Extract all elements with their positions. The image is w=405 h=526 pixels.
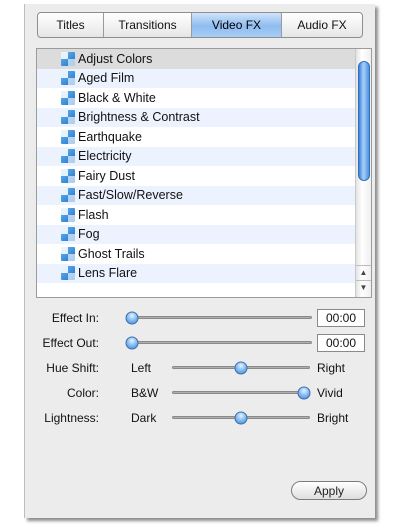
tab-transitions[interactable]: Transitions — [104, 13, 192, 37]
list-item[interactable]: Fast/Slow/Reverse — [37, 185, 355, 205]
effect-icon — [61, 246, 75, 261]
effect-icon — [61, 188, 75, 203]
tab-video-fx[interactable]: Video FX — [192, 13, 282, 37]
lightness-label: Lightness: — [44, 411, 99, 425]
effect-out-label: Effect Out: — [42, 336, 99, 350]
color-slider-track[interactable] — [172, 391, 310, 394]
list-item-label: Lens Flare — [78, 266, 138, 281]
list-item-label: Fairy Dust — [78, 168, 135, 183]
scrollbar-thumb[interactable] — [358, 61, 370, 181]
list-item-label: Aged Film — [78, 71, 135, 86]
list-item[interactable]: Fairy Dust — [37, 166, 355, 186]
lightness-max-label: Bright — [317, 411, 349, 425]
list-item-label: Black & White — [78, 90, 156, 105]
list-item[interactable]: Electricity — [37, 146, 355, 166]
lightness-slider-knob[interactable] — [234, 411, 248, 425]
effect-in-slider-knob[interactable] — [125, 311, 139, 325]
list-item[interactable]: Fog — [37, 224, 355, 244]
list-item[interactable]: Earthquake — [37, 127, 355, 147]
list-item[interactable]: Flash — [37, 205, 355, 225]
list-item-label: Brightness & Contrast — [78, 110, 200, 125]
tab-titles[interactable]: Titles — [38, 13, 104, 37]
effect-icon — [61, 227, 75, 242]
effect-icon — [61, 207, 75, 222]
scroll-up-arrow-icon[interactable]: ▲ — [356, 265, 371, 279]
hue-shift-label: Hue Shift: — [46, 361, 99, 375]
effects-list-rows: Adjust Colors Aged Film Black & White Br… — [37, 49, 355, 283]
lightness-min-label: Dark — [131, 411, 157, 425]
list-item[interactable]: Black & White — [37, 88, 355, 108]
apply-button[interactable]: Apply — [291, 481, 367, 500]
effect-icon — [61, 71, 75, 86]
effect-in-label: Effect In: — [51, 311, 99, 325]
hue-shift-slider-knob[interactable] — [234, 361, 248, 375]
list-item-label: Earthquake — [78, 129, 142, 144]
list-item[interactable]: Adjust Colors — [37, 49, 355, 69]
list-item-label: Flash — [78, 207, 109, 222]
color-max-label: Vivid — [317, 386, 343, 400]
effect-icon — [61, 149, 75, 164]
list-item-label: Fast/Slow/Reverse — [78, 188, 183, 203]
color-slider-knob[interactable] — [297, 386, 311, 400]
list-item-label: Fog — [78, 227, 100, 242]
effect-icon — [61, 129, 75, 144]
color-label: Color: — [66, 386, 99, 400]
effect-icon — [61, 90, 75, 105]
effect-icon — [61, 168, 75, 183]
list-item[interactable]: Brightness & Contrast — [37, 107, 355, 127]
effect-out-slider-track[interactable] — [126, 341, 312, 344]
effect-in-slider-track[interactable] — [126, 316, 312, 319]
tab-audio-fx[interactable]: Audio FX — [282, 13, 362, 37]
effect-in-time-field[interactable]: 00:00 — [317, 309, 365, 327]
list-item-label: Ghost Trails — [78, 246, 145, 261]
effect-icon — [61, 51, 75, 66]
tab-bar: Titles Transitions Video FX Audio FX — [37, 12, 363, 38]
effect-out-slider-knob[interactable] — [125, 336, 139, 350]
effect-icon — [61, 266, 75, 281]
list-item[interactable]: Lens Flare — [37, 263, 355, 283]
list-item-label: Electricity — [78, 149, 132, 164]
effects-list[interactable]: Adjust Colors Aged Film Black & White Br… — [36, 48, 372, 298]
color-min-label: B&W — [131, 386, 159, 400]
list-item[interactable]: Aged Film — [37, 68, 355, 88]
hue-shift-max-label: Right — [317, 361, 346, 375]
video-fx-panel: Titles Transitions Video FX Audio FX Adj… — [24, 4, 375, 518]
effect-icon — [61, 110, 75, 125]
scroll-down-arrow-icon[interactable]: ▼ — [356, 280, 371, 294]
list-item[interactable]: Ghost Trails — [37, 244, 355, 264]
list-item-label: Adjust Colors — [78, 51, 153, 66]
effect-out-time-field[interactable]: 00:00 — [317, 334, 365, 352]
list-scrollbar[interactable]: ▲ ▼ — [355, 49, 371, 297]
hue-shift-min-label: Left — [131, 361, 152, 375]
